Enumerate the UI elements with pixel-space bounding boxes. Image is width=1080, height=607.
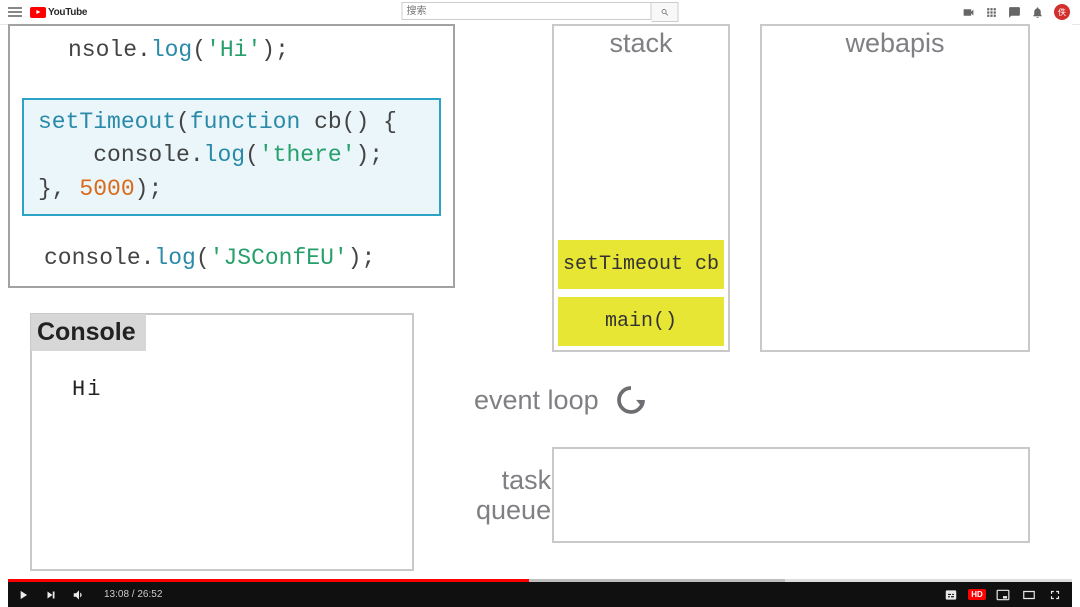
stack-item: setTimeout cb <box>558 240 724 289</box>
youtube-logo-text: YouTube <box>48 7 87 18</box>
highlighted-code-block: setTimeout(function cb() { console.log('… <box>22 98 441 216</box>
webapis-title: webapis <box>762 26 1028 59</box>
event-loop-label: event loop <box>474 385 599 416</box>
apps-icon[interactable] <box>985 6 998 19</box>
search-icon <box>660 8 669 17</box>
code-token: log <box>204 142 245 168</box>
youtube-logo[interactable]: YouTube <box>30 7 87 18</box>
create-video-icon[interactable] <box>962 6 975 19</box>
code-string: 'Hi' <box>206 37 261 63</box>
console-title: Console <box>31 314 146 351</box>
code-token: console. <box>38 142 204 168</box>
time-current: 13:08 <box>104 589 129 600</box>
code-line-5: console.log('JSConfEU'); <box>44 242 375 275</box>
event-loop-icon <box>613 382 649 418</box>
menu-icon[interactable] <box>8 7 22 17</box>
messages-icon[interactable] <box>1008 6 1021 19</box>
task-queue-panel <box>552 447 1030 543</box>
code-token: function <box>190 109 300 135</box>
code-line-4: }, 5000); <box>38 173 425 206</box>
settings-button[interactable]: HD <box>970 588 984 602</box>
code-string: 'JSConfEU' <box>210 245 348 271</box>
code-number: 5000 <box>79 176 134 202</box>
console-panel: Console Hi <box>30 313 414 571</box>
avatar[interactable]: 佚 <box>1054 4 1070 20</box>
code-line-3: console.log('there'); <box>38 139 425 172</box>
fullscreen-button[interactable] <box>1048 588 1062 602</box>
code-token: console. <box>44 245 154 271</box>
next-button[interactable] <box>44 588 58 602</box>
time-total: 26:52 <box>137 589 162 600</box>
task-queue-label: task queue <box>476 466 551 525</box>
code-string: 'there' <box>259 142 356 168</box>
miniplayer-button[interactable] <box>996 588 1010 602</box>
subtitles-button[interactable] <box>944 588 958 602</box>
stack-title: stack <box>554 26 728 59</box>
code-token: }, <box>38 176 79 202</box>
play-button[interactable] <box>16 588 30 602</box>
player-controls: 13:08 / 26:52 HD <box>8 582 1072 607</box>
code-token: nsole. <box>68 37 151 63</box>
task-queue-label-line: queue <box>476 496 551 526</box>
code-token: cb() { <box>300 109 397 135</box>
code-token: ); <box>135 176 163 202</box>
stack-item: main() <box>558 297 724 346</box>
video-stage[interactable]: JS nsole.log('Hi'); setTimeout(function … <box>8 24 1072 582</box>
code-line-2: setTimeout(function cb() { <box>38 106 425 139</box>
code-line-1: nsole.log('Hi'); <box>68 34 289 67</box>
webapis-panel: webapis <box>760 24 1030 352</box>
console-output: Hi <box>72 377 102 402</box>
theater-button[interactable] <box>1022 588 1036 602</box>
notifications-icon[interactable] <box>1031 6 1044 19</box>
player-time: 13:08 / 26:52 <box>104 589 162 600</box>
volume-button[interactable] <box>72 588 86 602</box>
event-loop-label-group: event loop <box>474 382 649 418</box>
hd-badge: HD <box>968 589 986 600</box>
youtube-logo-icon <box>30 7 46 18</box>
code-token: log <box>154 245 195 271</box>
code-panel: nsole.log('Hi'); setTimeout(function cb(… <box>8 24 455 288</box>
stack-panel: stack setTimeout cb main() <box>552 24 730 352</box>
task-queue-label-line: task <box>476 466 551 496</box>
search-button[interactable] <box>652 2 679 22</box>
code-token: log <box>151 37 192 63</box>
code-token: setTimeout <box>38 109 176 135</box>
search-input[interactable] <box>402 2 652 20</box>
